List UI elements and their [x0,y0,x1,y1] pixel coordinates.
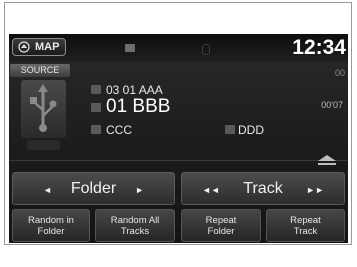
elapsed-time: 00'07 [321,100,343,110]
usb-icon [21,80,66,138]
remaining-time: 00 [334,68,345,78]
device-indicator [27,140,60,150]
track-control[interactable]: ◄◄ Track ►► [181,172,345,205]
folder-label: Folder [70,180,117,197]
map-button[interactable]: MAP [12,38,66,56]
artist-name: DDD [238,123,264,137]
random-in-folder-line1: Random in [28,215,74,226]
eject-icon[interactable] [318,155,336,161]
folder-name: 03 01 AAA [106,83,163,97]
album-name: CCC [106,123,132,137]
divider [9,160,348,161]
track-name: 01 BBB [106,96,171,117]
repeat-track-line1: Repeat [290,215,321,226]
media-icon [125,44,135,52]
clock: 12:34 [292,36,346,59]
repeat-track-line2: Track [293,226,318,237]
random-in-folder-button[interactable]: Random in Folder [12,209,90,242]
folder-icon [91,85,101,94]
map-icon [18,41,30,53]
track-next-icon[interactable]: ►► [306,185,324,195]
eject-icon-bar [318,163,336,165]
status-icon [202,44,210,55]
repeat-folder-line1: Repeat [205,215,237,226]
random-all-tracks-button[interactable]: Random All Tracks [95,209,175,242]
track-icon [91,103,101,112]
repeat-folder-button[interactable]: Repeat Folder [181,209,261,242]
random-all-line2: Tracks [120,226,150,237]
artist-icon [225,125,235,134]
folder-next-icon[interactable]: ► [135,185,144,195]
random-all-line1: Random All [110,215,160,226]
source-button[interactable]: SOURCE [10,64,70,77]
album-icon [91,125,101,134]
folder-control[interactable]: ◄ Folder ► [12,172,175,205]
repeat-folder-line2: Folder [207,226,235,237]
repeat-track-button[interactable]: Repeat Track [266,209,345,242]
map-label: MAP [35,41,60,53]
random-in-folder-line2: Folder [37,226,65,237]
